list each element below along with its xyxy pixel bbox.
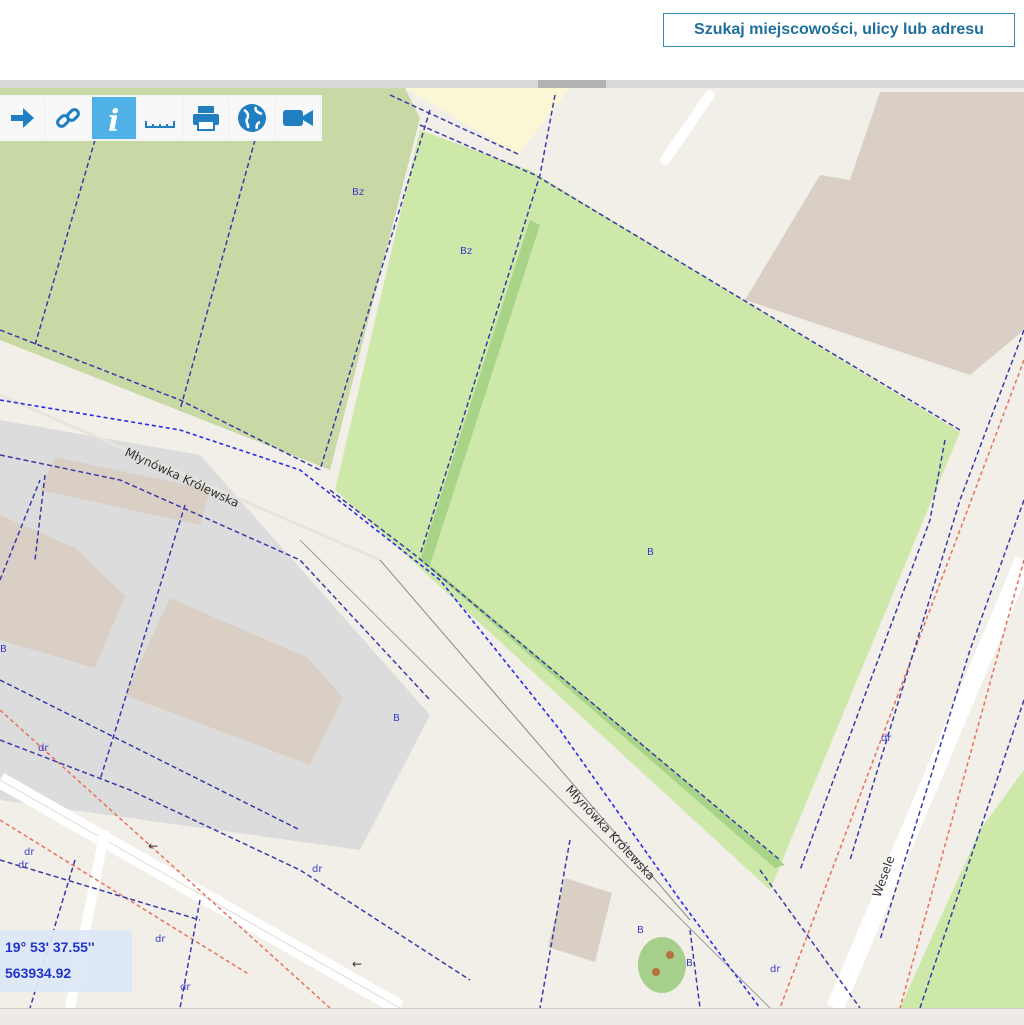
building — [548, 878, 612, 962]
map-toolbar: i — [0, 95, 322, 141]
link-icon — [56, 108, 80, 128]
globe-icon — [238, 104, 266, 132]
coordinate-lon: 19° 53' 37.55'' — [5, 939, 95, 955]
map-layer: ← ← Bz Bz B B B B B dr dr dr dr dr dr dr… — [0, 88, 1024, 1008]
tool-measure[interactable] — [138, 97, 182, 139]
land-label: dr — [180, 982, 191, 993]
land-label: B — [0, 644, 7, 655]
panel-resize-handle[interactable] — [538, 80, 606, 88]
ruler-icon — [145, 121, 175, 128]
land-label: Bz — [460, 246, 472, 257]
header-bar: Szukaj miejscowości, ulicy lub adresu — [0, 0, 1024, 80]
land-label: dr — [38, 743, 49, 754]
one-way-arrow: ← — [148, 839, 158, 853]
land-label: B — [647, 547, 654, 558]
land-label: dr — [881, 733, 892, 744]
svg-text:i: i — [108, 104, 119, 135]
tool-link[interactable] — [46, 97, 90, 139]
printer-icon — [193, 106, 219, 131]
video-camera-icon — [283, 110, 313, 126]
tree — [666, 951, 674, 959]
road — [660, 90, 715, 165]
search-location-button[interactable]: Szukaj miejscowości, ulicy lub adresu — [663, 13, 1015, 47]
footer-bar — [0, 1008, 1024, 1025]
street-label: Młynówka Królewska — [563, 782, 658, 882]
land-label: B — [393, 713, 400, 724]
land-label: dr — [155, 934, 166, 945]
land-label: B — [686, 958, 693, 969]
land-label: dr — [18, 860, 29, 871]
land-label: dr — [770, 964, 781, 975]
panel-divider — [0, 80, 1024, 88]
coordinates-panel: 19° 53' 37.55'' 563934.92 — [0, 930, 132, 992]
tree — [652, 968, 660, 976]
info-icon: i — [108, 104, 119, 135]
map-canvas[interactable]: ← ← Bz Bz B B B B B dr dr dr dr dr dr dr… — [0, 88, 1024, 1008]
land-label: dr — [24, 847, 35, 858]
tool-forward[interactable] — [0, 97, 44, 139]
arrow-right-icon — [11, 108, 34, 128]
land-label: dr — [312, 864, 323, 875]
tool-video[interactable] — [276, 97, 320, 139]
tool-info[interactable]: i — [92, 97, 136, 139]
land-label: B — [637, 925, 644, 936]
coordinate-y: 563934.92 — [5, 965, 72, 981]
tool-print[interactable] — [184, 97, 228, 139]
tool-globe[interactable] — [230, 97, 274, 139]
one-way-arrow: ← — [352, 957, 362, 971]
tree-cluster — [638, 937, 686, 993]
land-label: Bz — [352, 187, 364, 198]
